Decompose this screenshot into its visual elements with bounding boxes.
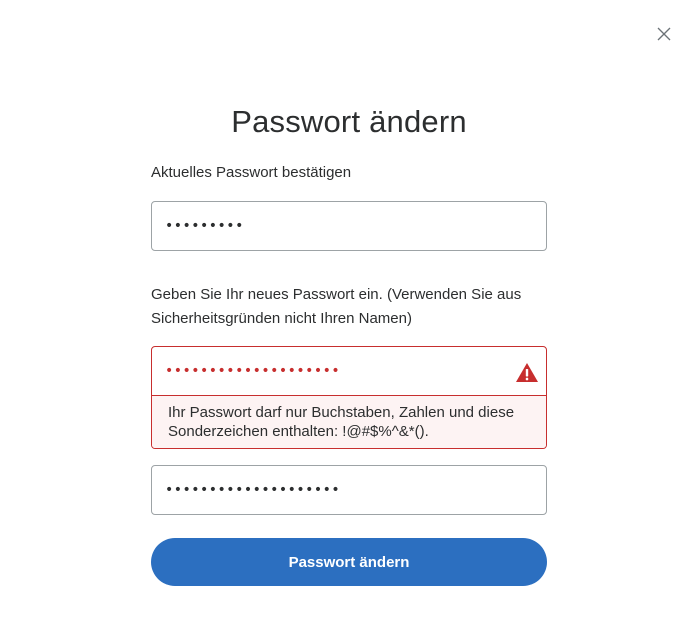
confirm-password-field-container [151, 465, 547, 515]
confirm-password-input[interactable] [152, 466, 546, 514]
close-button[interactable] [654, 24, 674, 44]
close-icon [657, 27, 671, 41]
new-password-label: Geben Sie Ihr neues Passwort ein. (Verwe… [151, 286, 522, 327]
current-password-label: Aktuelles Passwort bestätigen [151, 164, 352, 181]
new-password-field [152, 347, 546, 396]
change-password-button[interactable]: Passwort ändern [151, 538, 547, 586]
new-password-input[interactable] [152, 347, 546, 395]
dialog-title: Passwort ändern [231, 104, 467, 139]
new-password-field-container: Ihr Passwort darf nur Buchstaben, Zahlen… [151, 346, 547, 449]
new-password-error-message: Ihr Passwort darf nur Buchstaben, Zahlen… [152, 396, 546, 448]
warning-icon [516, 363, 538, 382]
current-password-input[interactable] [152, 202, 546, 250]
current-password-field-container [151, 201, 547, 251]
